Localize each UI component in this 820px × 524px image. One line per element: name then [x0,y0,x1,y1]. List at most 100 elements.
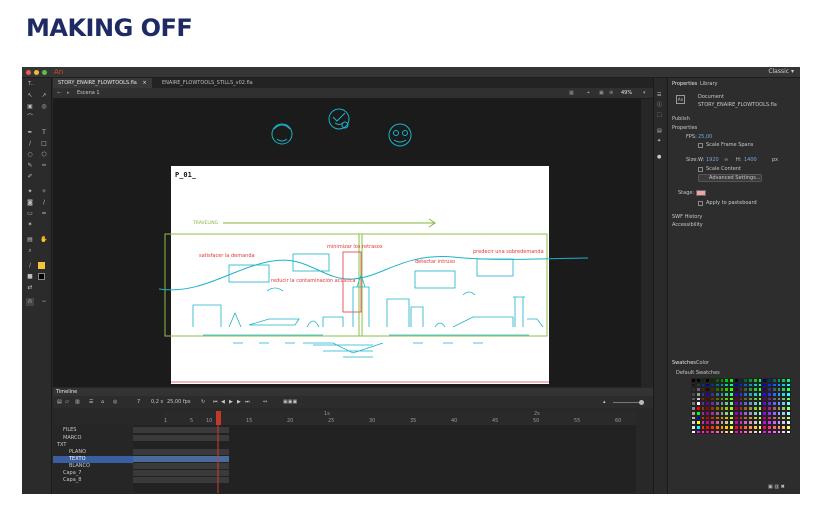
scene-name[interactable]: Escena 1 [77,90,100,96]
frame-ruler[interactable]: 1s 2s 1 5 10 15 20 25 30 35 40 45 50 55 … [164,411,636,425]
new-folder-icon[interactable]: ▱ [65,399,69,405]
link-icon[interactable]: ∞ [724,157,728,163]
stroke-color-icon[interactable]: ∕ [26,262,34,270]
hand-tool-icon[interactable]: ✋ [40,236,48,244]
current-frame[interactable]: 7 [137,399,140,405]
transform-panel-icon[interactable]: ⬚ [657,112,662,118]
paint-bucket-icon[interactable]: ◙ [26,199,34,207]
selection-tool-icon[interactable]: ↖ [26,92,34,100]
workspace-switcher[interactable]: Classic ▾ [768,68,794,75]
scale-content-checkbox[interactable] [698,167,703,172]
eyedropper-icon[interactable]: ∕ [40,199,48,207]
next-frame-icon[interactable]: ▶ [237,399,241,405]
line-tool-icon[interactable]: ∕ [26,140,34,148]
camera-icon[interactable]: ⌖ [587,90,590,96]
pencil-tool-icon[interactable]: ✎ [26,162,34,170]
highlight-icon[interactable]: ⌂ [101,399,104,405]
timeline-zoom-out-icon[interactable]: ▴ [603,399,606,405]
close-window-button[interactable] [26,70,31,75]
accessibility-section[interactable]: Accessibility [672,222,703,228]
tab-properties[interactable]: Properties [672,81,697,87]
swf-history-section[interactable]: SWF History [672,214,702,220]
maximize-window-button[interactable] [42,70,47,75]
new-layer-icon[interactable]: ▤ [57,399,62,405]
snap-to-objects-icon[interactable]: ∩ [26,298,34,306]
align-panel-icon[interactable]: ▤ [657,128,662,134]
current-time[interactable]: 0,2 s [151,399,163,405]
3d-rotation-tool-icon[interactable]: ◎ [40,103,48,111]
library-panel-icon[interactable]: ✦ [657,138,661,144]
close-tab-icon[interactable]: × [142,80,146,86]
stage-area[interactable]: P_01_ TRAVELING satisfacer la demanda mi… [53,99,653,387]
minimize-window-button[interactable] [34,70,39,75]
swap-colors-icon[interactable]: ⇄ [26,284,34,292]
onion-icon[interactable]: ◎ [113,399,117,405]
ruler-tick: 10 [206,418,213,424]
apply-pasteboard-checkbox[interactable] [698,201,703,206]
frame-grid[interactable] [133,425,636,493]
panel-footer-icons[interactable]: ▣ ▥ ✖ [768,484,785,490]
fps-field[interactable]: 25,00 [698,134,712,140]
show-parent-icon[interactable]: ☰ [89,399,93,405]
zoom-tool-icon[interactable]: ⌕ [26,247,34,255]
bone-tool-icon[interactable]: ✦ [26,188,34,196]
prev-frame-icon[interactable]: ◀ [221,399,225,405]
playhead-handle[interactable] [216,411,221,425]
last-frame-icon[interactable]: ⏭ [245,399,250,405]
delete-layer-icon[interactable]: ▥ [75,399,80,405]
tab-swatches[interactable]: Swatches [672,360,696,366]
onion-skin-icon[interactable]: ▣▣▣ [283,399,297,405]
fill-color-icon[interactable]: ■ [26,273,34,281]
fps-readout[interactable]: 25,00 fps [167,399,190,405]
tween-icon[interactable]: ↔ [263,399,267,405]
tab-library[interactable]: Library [700,81,717,87]
first-frame-icon[interactable]: ⏮ [213,399,218,405]
timeline-zoom-thumb[interactable] [639,400,644,405]
subselection-tool-icon[interactable]: ↗ [40,92,48,100]
center-stage-icon[interactable]: ⊕ [609,90,613,96]
lasso-tool-icon[interactable]: ⌒ [26,114,34,122]
publish-section[interactable]: Publish [672,116,690,122]
properties-panel-icon[interactable]: ☰ [657,92,661,98]
edit-symbols-icon[interactable]: ▦ [569,90,574,96]
paint-brush-icon[interactable]: ✐ [26,173,34,181]
loop-icon[interactable]: ↻ [201,399,205,405]
swatch-grid[interactable] [691,378,791,438]
tab-enaire-stills[interactable]: ENAIRE_FLOWTOOLS_STILLS_v02.fla [157,78,258,88]
width-tool-icon[interactable]: ≈ [40,210,48,218]
pen-tool-icon[interactable]: ✒ [26,129,34,137]
clip-icon[interactable]: ▣ [599,90,604,96]
width-field[interactable]: 1920 [706,157,719,163]
chevron-down-icon[interactable]: ▾ [643,90,646,96]
zoom-select[interactable]: 49% [621,90,632,96]
camera-tool-icon[interactable]: ▤ [26,236,34,244]
tab-color[interactable]: Color [696,360,709,366]
text-tool-icon[interactable]: T [40,129,48,137]
oval-tool-icon[interactable]: ○ [26,151,34,159]
back-arrow-icon[interactable]: ← [57,90,61,96]
fill-color-swatch[interactable] [38,273,45,280]
tab-story-enaire[interactable]: STORY_ENAIRE_FLOWTOOLS.fla × [53,78,152,88]
components-panel-icon[interactable]: ● [657,154,661,160]
scale-spans-checkbox[interactable] [698,143,703,148]
ruler-tick: 1 [164,418,168,424]
stage-color-swatch[interactable] [696,190,706,196]
height-field[interactable]: 1400 [744,157,757,163]
color-swatch[interactable] [786,429,791,435]
play-button[interactable]: ▶ [229,399,233,405]
properties-section[interactable]: Properties [672,125,697,131]
smooth-icon[interactable]: ∼ [40,298,48,306]
bind-tool-icon[interactable]: ✧ [40,188,48,196]
free-transform-tool-icon[interactable]: ▣ [26,103,34,111]
rectangle-tool-icon[interactable]: □ [40,140,48,148]
stage-scrollbar[interactable] [641,99,653,387]
brush-tool-icon[interactable]: ✑ [40,162,48,170]
info-panel-icon[interactable]: ⓘ [657,102,662,108]
swatch-group-label[interactable]: Default Swatches [676,370,720,376]
advanced-settings-button[interactable]: Advanced Settings... [698,174,762,182]
asset-warp-icon[interactable]: ✶ [26,221,34,229]
annotation-3: detectar intruso [415,259,456,265]
eraser-tool-icon[interactable]: ▭ [26,210,34,218]
stroke-color-swatch[interactable] [38,262,45,269]
polystar-tool-icon[interactable]: ⬡ [40,151,48,159]
